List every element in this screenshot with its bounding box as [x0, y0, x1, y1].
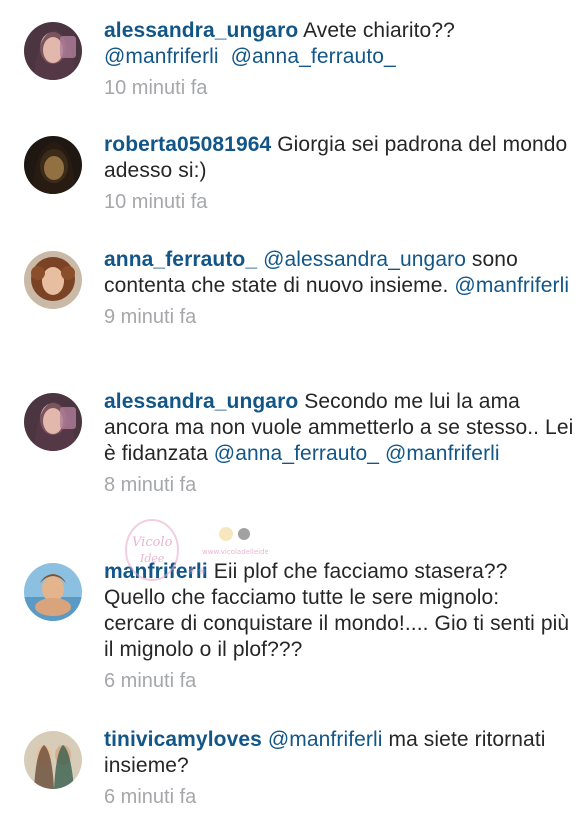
comment-text: alessandra_ungaro Avete chiarito?? @manf…	[104, 18, 574, 70]
comment-username[interactable]: alessandra_ungaro	[104, 390, 298, 413]
comment-body: tinivicamyloves @manfriferli ma siete ri…	[104, 727, 574, 809]
mention-link[interactable]: @alessandra_ungaro	[263, 248, 466, 271]
comment-text: anna_ferrauto_ @alessandra_ungaro sono c…	[104, 247, 574, 299]
comment-timestamp: 10 minuti fa	[104, 191, 208, 213]
avatar-image-icon	[24, 136, 82, 194]
comment-message: Avete chiarito??	[303, 19, 455, 42]
comment-timestamp: 6 minuti fa	[104, 786, 197, 808]
avatar[interactable]	[24, 251, 82, 309]
avatar[interactable]	[24, 731, 82, 789]
comment-timestamp: 6 minuti fa	[104, 670, 197, 692]
mention-link[interactable]: @manfriferli	[385, 442, 500, 465]
svg-text:www.vicoladelleidee.com: www.vicoladelleidee.com	[202, 548, 268, 556]
comment-text: manfriferli Eii plof che facciamo staser…	[104, 559, 574, 663]
mention-link[interactable]: @manfriferli	[454, 274, 569, 297]
comment-body: roberta05081964 Giorgia sei padrona del …	[104, 132, 574, 214]
svg-text:Vicolo: Vicolo	[132, 535, 173, 550]
mention-link[interactable]: @manfriferli	[268, 728, 383, 751]
avatar-image-icon	[24, 563, 82, 621]
avatar-image-icon	[24, 251, 82, 309]
avatar-image-icon	[24, 731, 82, 789]
comment-username[interactable]: anna_ferrauto_	[104, 248, 257, 271]
comment-text: roberta05081964 Giorgia sei padrona del …	[104, 132, 574, 184]
comment-username[interactable]: alessandra_ungaro	[104, 19, 298, 42]
comment-timestamp: 9 minuti fa	[104, 306, 197, 328]
avatar-image-icon	[24, 22, 82, 80]
comment-text: alessandra_ungaro Secondo me lui la ama …	[104, 389, 574, 467]
comment-body: alessandra_ungaro Secondo me lui la ama …	[104, 389, 574, 497]
avatar[interactable]	[24, 563, 82, 621]
comment-username[interactable]: manfriferli	[104, 560, 208, 583]
comment-username[interactable]: roberta05081964	[104, 133, 271, 156]
mention-link[interactable]: @manfriferli @anna_ferrauto_	[104, 45, 396, 68]
avatar[interactable]	[24, 22, 82, 80]
comment-body: alessandra_ungaro Avete chiarito?? @manf…	[104, 18, 574, 100]
avatar[interactable]	[24, 136, 82, 194]
comment-text: tinivicamyloves @manfriferli ma siete ri…	[104, 727, 574, 779]
mention-link[interactable]: @anna_ferrauto_	[214, 442, 379, 465]
avatar[interactable]	[24, 393, 82, 451]
avatar-image-icon	[24, 393, 82, 451]
comment-timestamp: 10 minuti fa	[104, 77, 208, 99]
comment-body: anna_ferrauto_ @alessandra_ungaro sono c…	[104, 247, 574, 329]
comment-body: manfriferli Eii plof che facciamo staser…	[104, 559, 574, 693]
comment-timestamp: 8 minuti fa	[104, 474, 197, 496]
comment-username[interactable]: tinivicamyloves	[104, 728, 262, 751]
